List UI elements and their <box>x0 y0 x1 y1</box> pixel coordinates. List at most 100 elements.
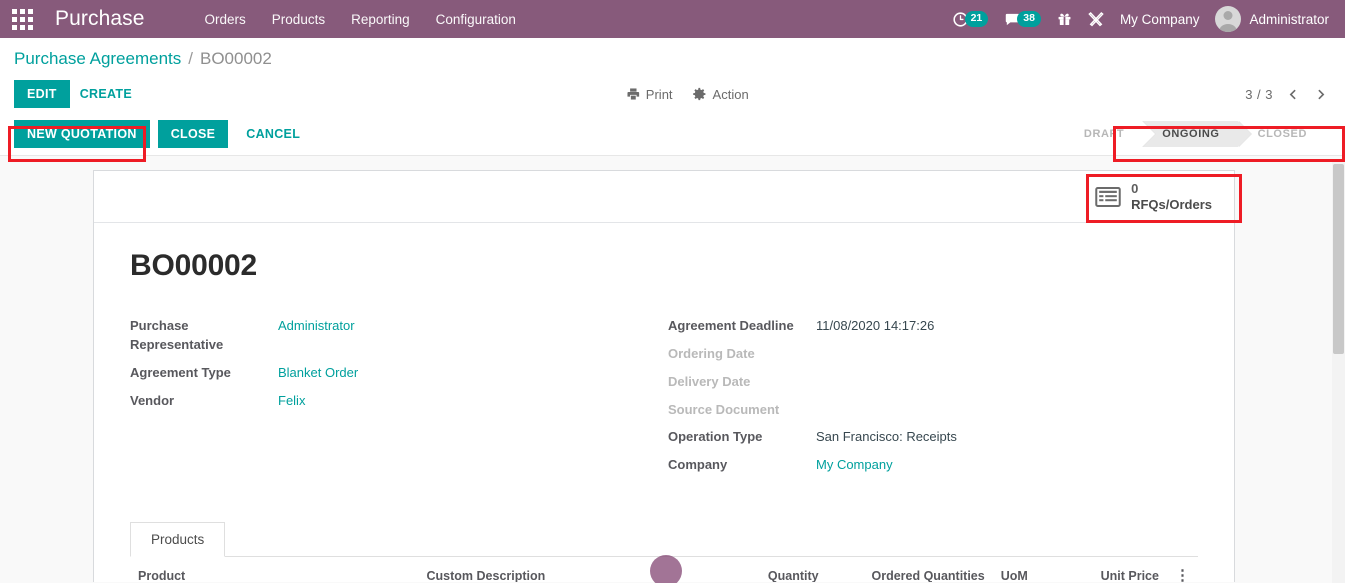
scrollbar-thumb[interactable] <box>1333 164 1344 354</box>
odoo-purchase-agreement-page: Purchase Orders Products Reporting Confi… <box>0 0 1345 583</box>
chevron-right-icon <box>1318 89 1325 99</box>
column-header-product[interactable]: Product <box>130 557 419 582</box>
statusbar-buttons: NEW QUOTATION CLOSE CANCEL <box>14 119 310 148</box>
printer-icon <box>626 88 639 100</box>
messages-count-badge: 38 <box>1017 10 1041 28</box>
messages-menu[interactable]: 38 <box>1004 10 1041 28</box>
control-panel: EDIT CREATE Print Action 3 / 3 NEW QUOTA… <box>0 76 1345 156</box>
top-navbar: Purchase Orders Products Reporting Confi… <box>0 0 1345 38</box>
breadcrumb-parent-link[interactable]: Purchase Agreements <box>14 49 181 69</box>
menu-item-reporting[interactable]: Reporting <box>351 12 410 27</box>
tab-products[interactable]: Products <box>130 522 226 558</box>
field-label: Agreement Type <box>130 364 231 380</box>
gear-icon <box>693 87 706 101</box>
control-panel-actions: EDIT CREATE Print Action 3 / 3 <box>0 76 1345 112</box>
activities-menu[interactable]: 21 <box>952 10 989 28</box>
pager-next-button[interactable] <box>1314 87 1327 102</box>
print-label: Print <box>645 86 673 102</box>
page-title: BO00002 <box>130 249 258 282</box>
field-label: Agreement Deadline <box>668 318 794 333</box>
user-name-label: Administrator <box>1249 11 1329 27</box>
field-groups: Purchase Representative Administrator Ag… <box>130 317 1198 484</box>
form-statusbar: NEW QUOTATION CLOSE CANCEL DRAFT ONGOING… <box>0 112 1345 156</box>
current-company-label[interactable]: My Company <box>1120 12 1200 27</box>
action-menu[interactable]: Action <box>693 87 749 102</box>
field-label: Source Document <box>668 401 780 417</box>
crossed-tools-icon <box>1088 12 1104 27</box>
notebook-tabs: Products <box>130 522 1198 558</box>
stage-draft[interactable]: DRAFT <box>1063 120 1157 147</box>
pager-counter: 3 / 3 <box>1245 86 1273 102</box>
navbar-systray: 21 38 My Company Administrator <box>952 6 1333 32</box>
avatar <box>1215 6 1242 32</box>
column-header-uom[interactable]: UoM <box>992 557 1061 582</box>
breadcrumb-current: BO00002 <box>200 49 272 68</box>
create-button[interactable]: CREATE <box>70 80 142 108</box>
field-company: Company My Company <box>668 456 1198 475</box>
field-label: Delivery Date <box>668 373 751 389</box>
gift-icon <box>1058 13 1071 25</box>
action-label: Action <box>712 86 749 102</box>
field-ordering-date: Ordering Date <box>668 345 1198 364</box>
stage-ongoing[interactable]: ONGOING <box>1142 120 1252 147</box>
rfqs-orders-count: 0 <box>1131 180 1139 196</box>
field-label: Purchase Representative <box>130 318 224 352</box>
rfqs-orders-label: RFQs/Orders <box>1131 196 1212 212</box>
stage-pipeline: DRAFT ONGOING CLOSED <box>1063 120 1345 147</box>
print-menu[interactable]: Print <box>626 87 673 102</box>
user-menu[interactable]: Administrator <box>1215 6 1329 32</box>
new-quotation-button[interactable]: NEW QUOTATION <box>14 119 150 148</box>
field-label: Ordering Date <box>668 345 755 361</box>
activities-count-badge: 21 <box>964 10 989 28</box>
form-sheet: 0 RFQs/Orders BO00002 Purchase Represent… <box>93 170 1235 582</box>
vertical-scrollbar[interactable] <box>1332 160 1345 583</box>
rfqs-orders-stat-button[interactable]: 0 RFQs/Orders <box>1077 177 1234 216</box>
field-label: Company <box>668 457 728 473</box>
field-delivery-date: Delivery Date <box>668 373 1198 392</box>
field-value[interactable]: Felix <box>278 392 305 411</box>
close-button[interactable]: CLOSE <box>157 119 229 148</box>
field-label: Operation Type <box>668 429 763 445</box>
pager: 3 / 3 <box>1245 87 1345 102</box>
field-value[interactable]: Administrator <box>278 317 355 336</box>
developer-tools-menu[interactable] <box>1088 11 1104 27</box>
column-header-custom-description[interactable]: Custom Description <box>418 557 703 582</box>
optional-columns-button[interactable]: ⋮ <box>1166 557 1198 582</box>
column-header-ordered-quantities[interactable]: Ordered Quantities <box>826 557 993 582</box>
column-header-unit-price[interactable]: Unit Price <box>1060 557 1167 582</box>
cancel-button[interactable]: CANCEL <box>236 120 310 148</box>
apps-grid-icon[interactable] <box>12 8 33 30</box>
field-group-right: Agreement Deadline 11/08/2020 14:17:26 O… <box>664 317 1198 484</box>
stat-button-box: 0 RFQs/Orders <box>94 171 1234 223</box>
pager-previous-button[interactable] <box>1287 87 1300 102</box>
control-panel-tools: Print Action <box>626 87 749 102</box>
notebook: Products Product Custom Description Quan… <box>130 522 1198 582</box>
field-group-left: Purchase Representative Administrator Ag… <box>130 317 664 484</box>
field-value[interactable]: 11/08/2020 14:17:26 <box>816 317 934 336</box>
field-source-document: Source Document <box>668 401 1198 420</box>
table-header-row: Product Custom Description Quantity Orde… <box>130 557 1198 582</box>
form-body: BO00002 Purchase Representative Administ… <box>94 223 1234 582</box>
order-lines-table: Product Custom Description Quantity Orde… <box>130 557 1198 582</box>
main-menu: Orders Products Reporting Configuration <box>205 12 516 27</box>
field-purchase-representative: Purchase Representative Administrator <box>130 317 664 355</box>
field-agreement-type: Agreement Type Blanket Order <box>130 364 664 383</box>
edit-button[interactable]: EDIT <box>14 80 70 108</box>
menu-item-products[interactable]: Products <box>272 12 325 27</box>
field-value[interactable]: San Francisco: Receipts <box>816 428 957 447</box>
field-label: Vendor <box>130 392 175 408</box>
list-document-icon <box>1095 186 1121 207</box>
breadcrumb: Purchase Agreements / BO00002 <box>0 38 1345 76</box>
chevron-left-icon <box>1289 89 1296 99</box>
field-value[interactable]: My Company <box>816 456 893 475</box>
form-sheet-area: 0 RFQs/Orders BO00002 Purchase Represent… <box>0 156 1345 582</box>
menu-item-orders[interactable]: Orders <box>205 12 246 27</box>
field-vendor: Vendor Felix <box>130 392 664 411</box>
field-value[interactable]: Blanket Order <box>278 364 358 383</box>
column-header-quantity[interactable]: Quantity <box>702 557 827 582</box>
gift-menu[interactable] <box>1057 11 1072 27</box>
field-operation-type: Operation Type San Francisco: Receipts <box>668 428 1198 447</box>
menu-item-configuration[interactable]: Configuration <box>436 12 516 27</box>
breadcrumb-separator: / <box>188 49 193 68</box>
app-brand-title[interactable]: Purchase <box>55 7 145 31</box>
